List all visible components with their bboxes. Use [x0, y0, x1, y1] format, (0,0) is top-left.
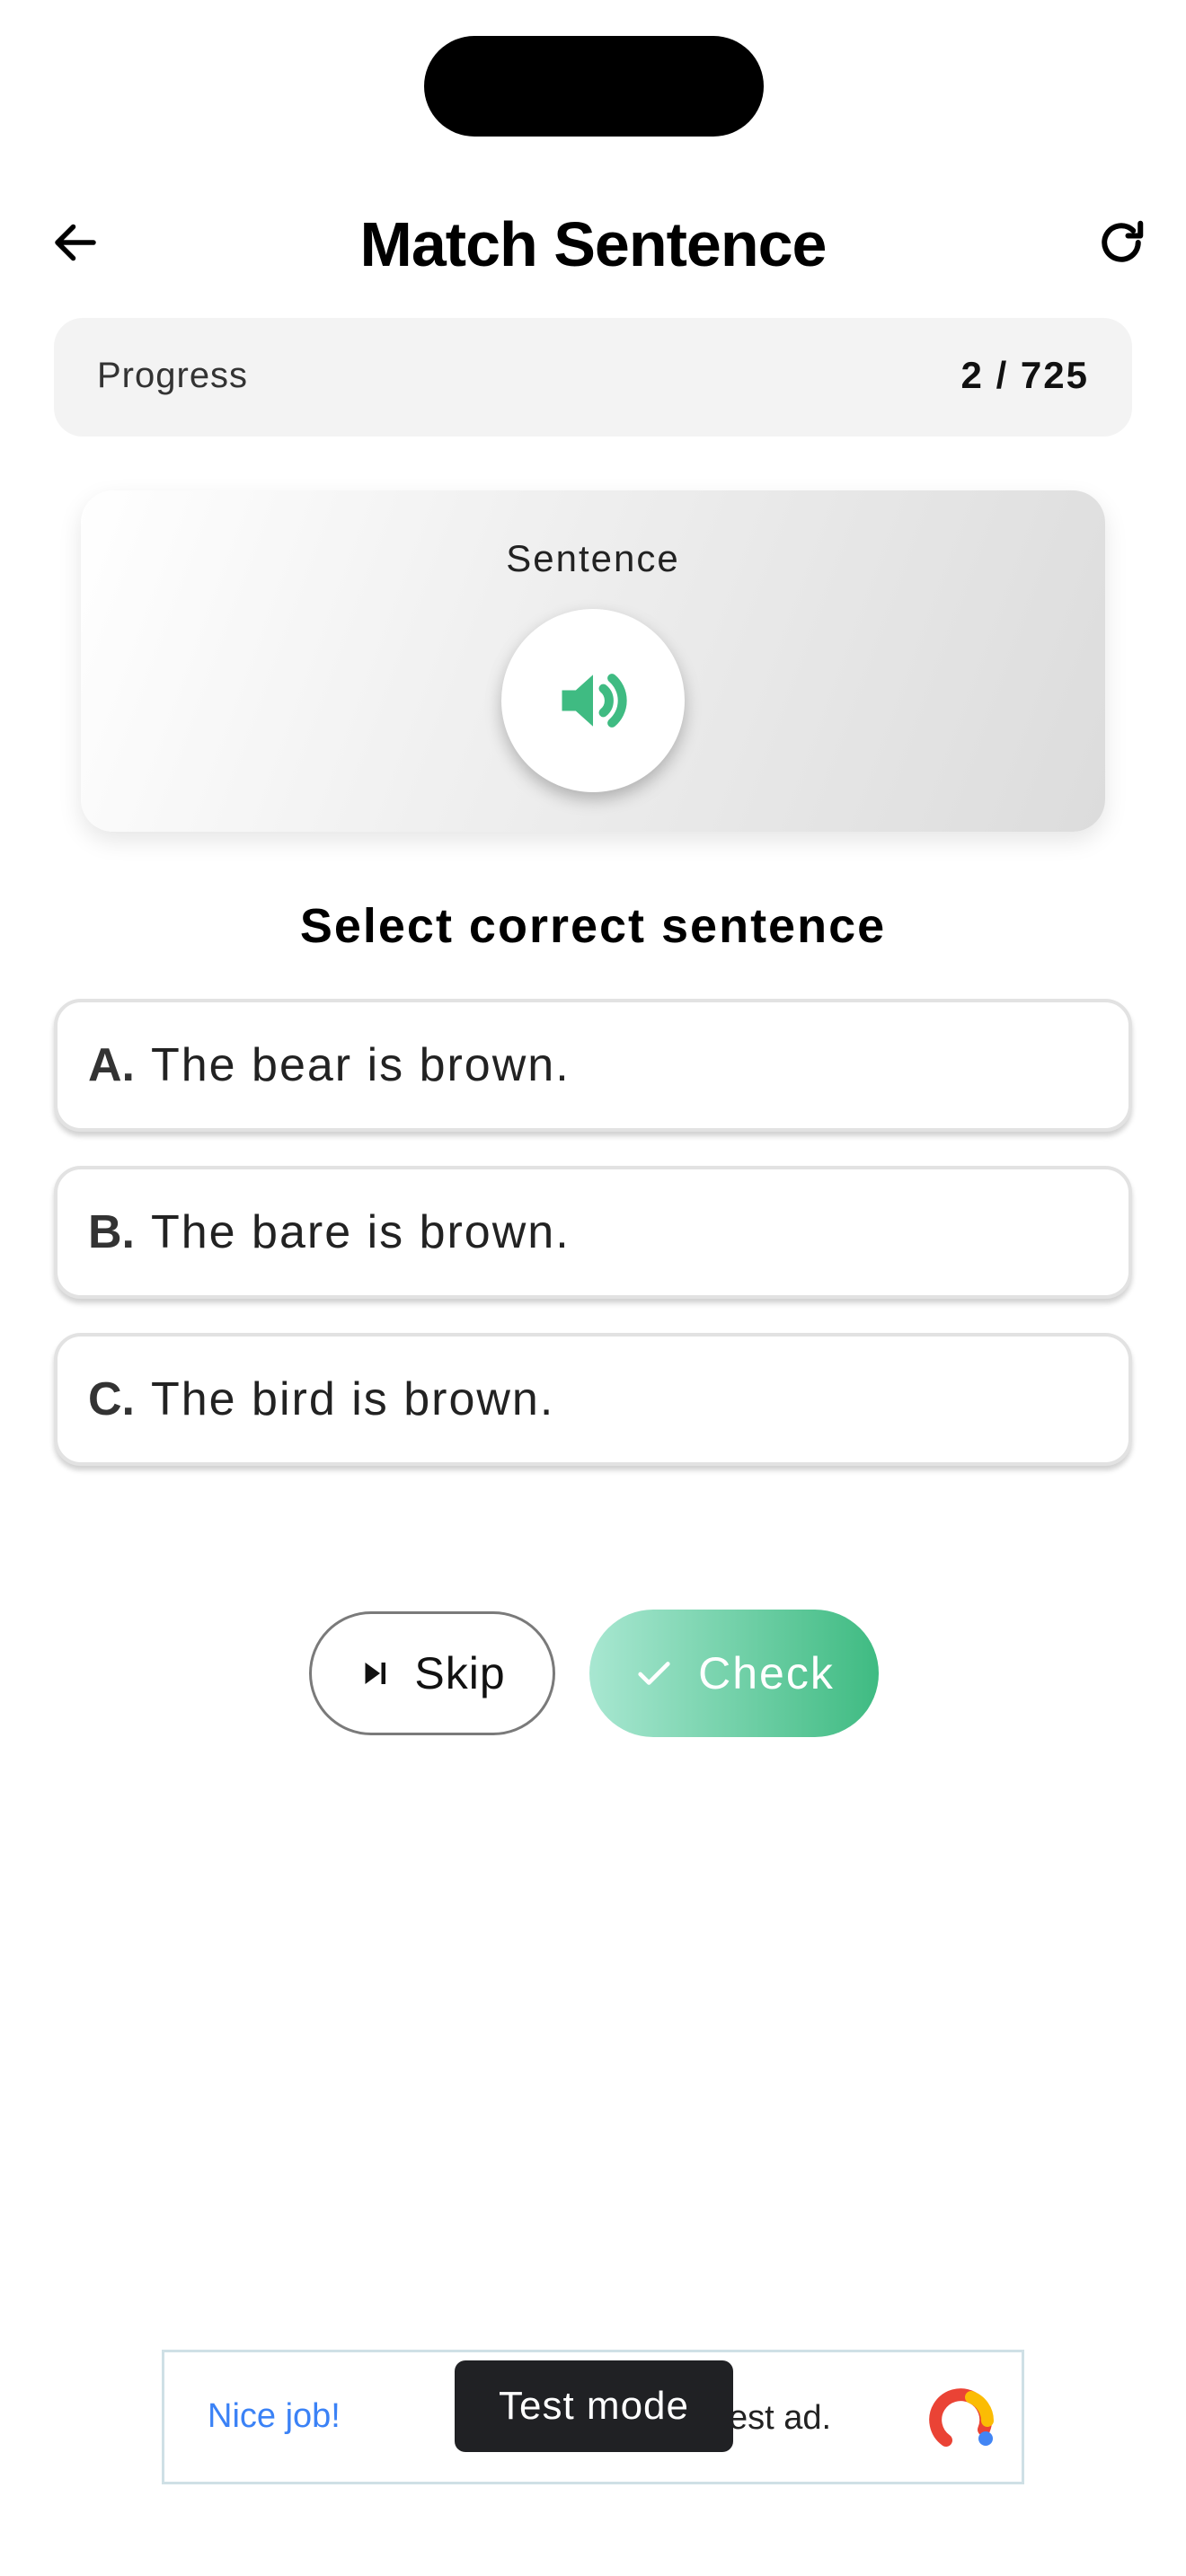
- back-button[interactable]: [45, 212, 106, 273]
- option-letter: A.: [88, 1039, 135, 1091]
- skip-label: Skip: [414, 1648, 506, 1698]
- option-text: The bear is brown.: [151, 1039, 571, 1091]
- page-title: Match Sentence: [359, 209, 828, 279]
- sentence-card: Sentence: [81, 490, 1105, 832]
- option-text: The bare is brown.: [151, 1206, 571, 1258]
- skip-button[interactable]: Skip: [309, 1611, 555, 1735]
- page: Match Sentence Progress 2 / 725 Sentence…: [0, 0, 1186, 2576]
- check-button[interactable]: Check: [589, 1610, 879, 1737]
- option-c[interactable]: C. The bird is brown.: [54, 1333, 1132, 1466]
- progress-value: 2 / 725: [960, 354, 1089, 396]
- ad-logo-icon: [929, 2388, 994, 2447]
- checkmark-icon: [638, 1662, 670, 1685]
- progress-label: Progress: [97, 356, 249, 395]
- play-audio-button[interactable]: [501, 609, 685, 792]
- refresh-icon: [1102, 220, 1144, 262]
- option-b[interactable]: B. The bare is brown.: [54, 1166, 1132, 1299]
- check-label: Check: [698, 1648, 835, 1698]
- ad-headline: Nice job!: [208, 2397, 341, 2435]
- camera-notch: [424, 36, 764, 137]
- refresh-button[interactable]: [1091, 212, 1152, 273]
- app-header: Match Sentence: [0, 189, 1186, 296]
- progress-card: Progress 2 / 725: [54, 318, 1132, 437]
- test-mode-badge: Test mode: [455, 2360, 733, 2452]
- option-text: The bird is brown.: [151, 1373, 555, 1425]
- skip-next-icon: [365, 1663, 386, 1684]
- ad-text: est ad.: [729, 2399, 832, 2437]
- question-text: Select correct sentence: [299, 899, 887, 953]
- option-letter: C.: [88, 1373, 135, 1425]
- arrow-left-icon: [55, 224, 96, 261]
- sentence-label: Sentence: [506, 537, 680, 579]
- speaker-icon: [562, 674, 627, 728]
- option-letter: B.: [88, 1206, 135, 1258]
- option-a[interactable]: A. The bear is brown.: [54, 999, 1132, 1132]
